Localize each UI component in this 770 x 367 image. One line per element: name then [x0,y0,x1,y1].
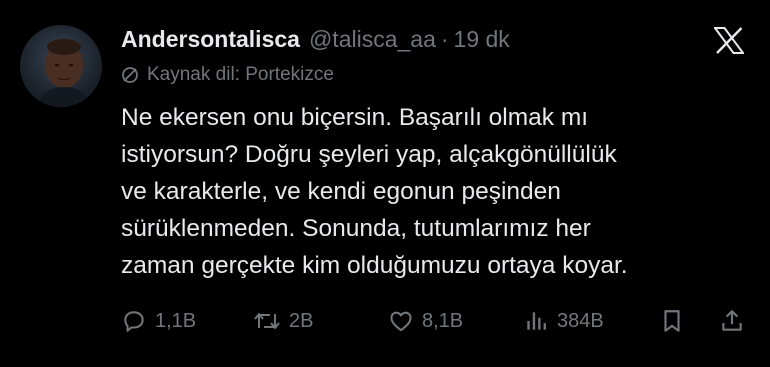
views-count: 384B [557,309,604,332]
repost-icon [254,313,280,329]
timestamp[interactable]: 19 dk [454,24,510,54]
heart-icon [390,311,412,332]
repost-button[interactable]: 2B [253,304,313,338]
views-icon [527,312,546,330]
display-name[interactable]: Andersontalisca [121,24,300,54]
reply-count: 1,1B [155,309,197,332]
tweet-text: Ne ekersen onu biçersin. Başarılı olmak … [121,99,761,284]
tweet-header: Andersontalisca @talisca_aa · 19 dk [121,24,510,54]
separator-dot: · [440,26,449,52]
reply-button[interactable]: 1,1B [121,304,196,338]
bookmark-icon [664,310,680,332]
share-icon [722,310,742,331]
tweet-text-line: istiyorsun? Doğru şeyleri yap, alçakgönü… [121,141,617,168]
share-button[interactable] [719,304,753,338]
like-button[interactable]: 8,1B [388,304,463,338]
tweet-text-line: ve karakterle, ve kendi egonun peşinden [121,178,561,205]
tweet-text-line: zaman gerçekte kim olduğumuzu ortaya koy… [121,252,628,279]
repost-count: 2B [289,309,314,332]
views-button[interactable]: 384B [523,304,604,338]
translation-source[interactable]: Kaynak dil: Portekizce [121,62,334,88]
reply-icon [124,311,144,332]
source-language-label: Kaynak dil: Portekizce [147,64,334,85]
like-count: 8,1B [422,309,464,332]
bookmark-button[interactable] [660,304,692,338]
translate-icon [122,67,138,83]
tweet-text-line: sürüklenmeden. Sonunda, tutumlarımız her [121,215,591,242]
tweet-text-line: Ne ekersen onu biçersin. Başarılı olmak … [121,104,589,131]
avatar[interactable] [20,25,102,107]
x-logo-icon [713,27,745,54]
user-handle[interactable]: @talisca_aa [309,24,436,54]
tweet-actions: 1,1B 2B 8,1B 384B [121,304,751,338]
